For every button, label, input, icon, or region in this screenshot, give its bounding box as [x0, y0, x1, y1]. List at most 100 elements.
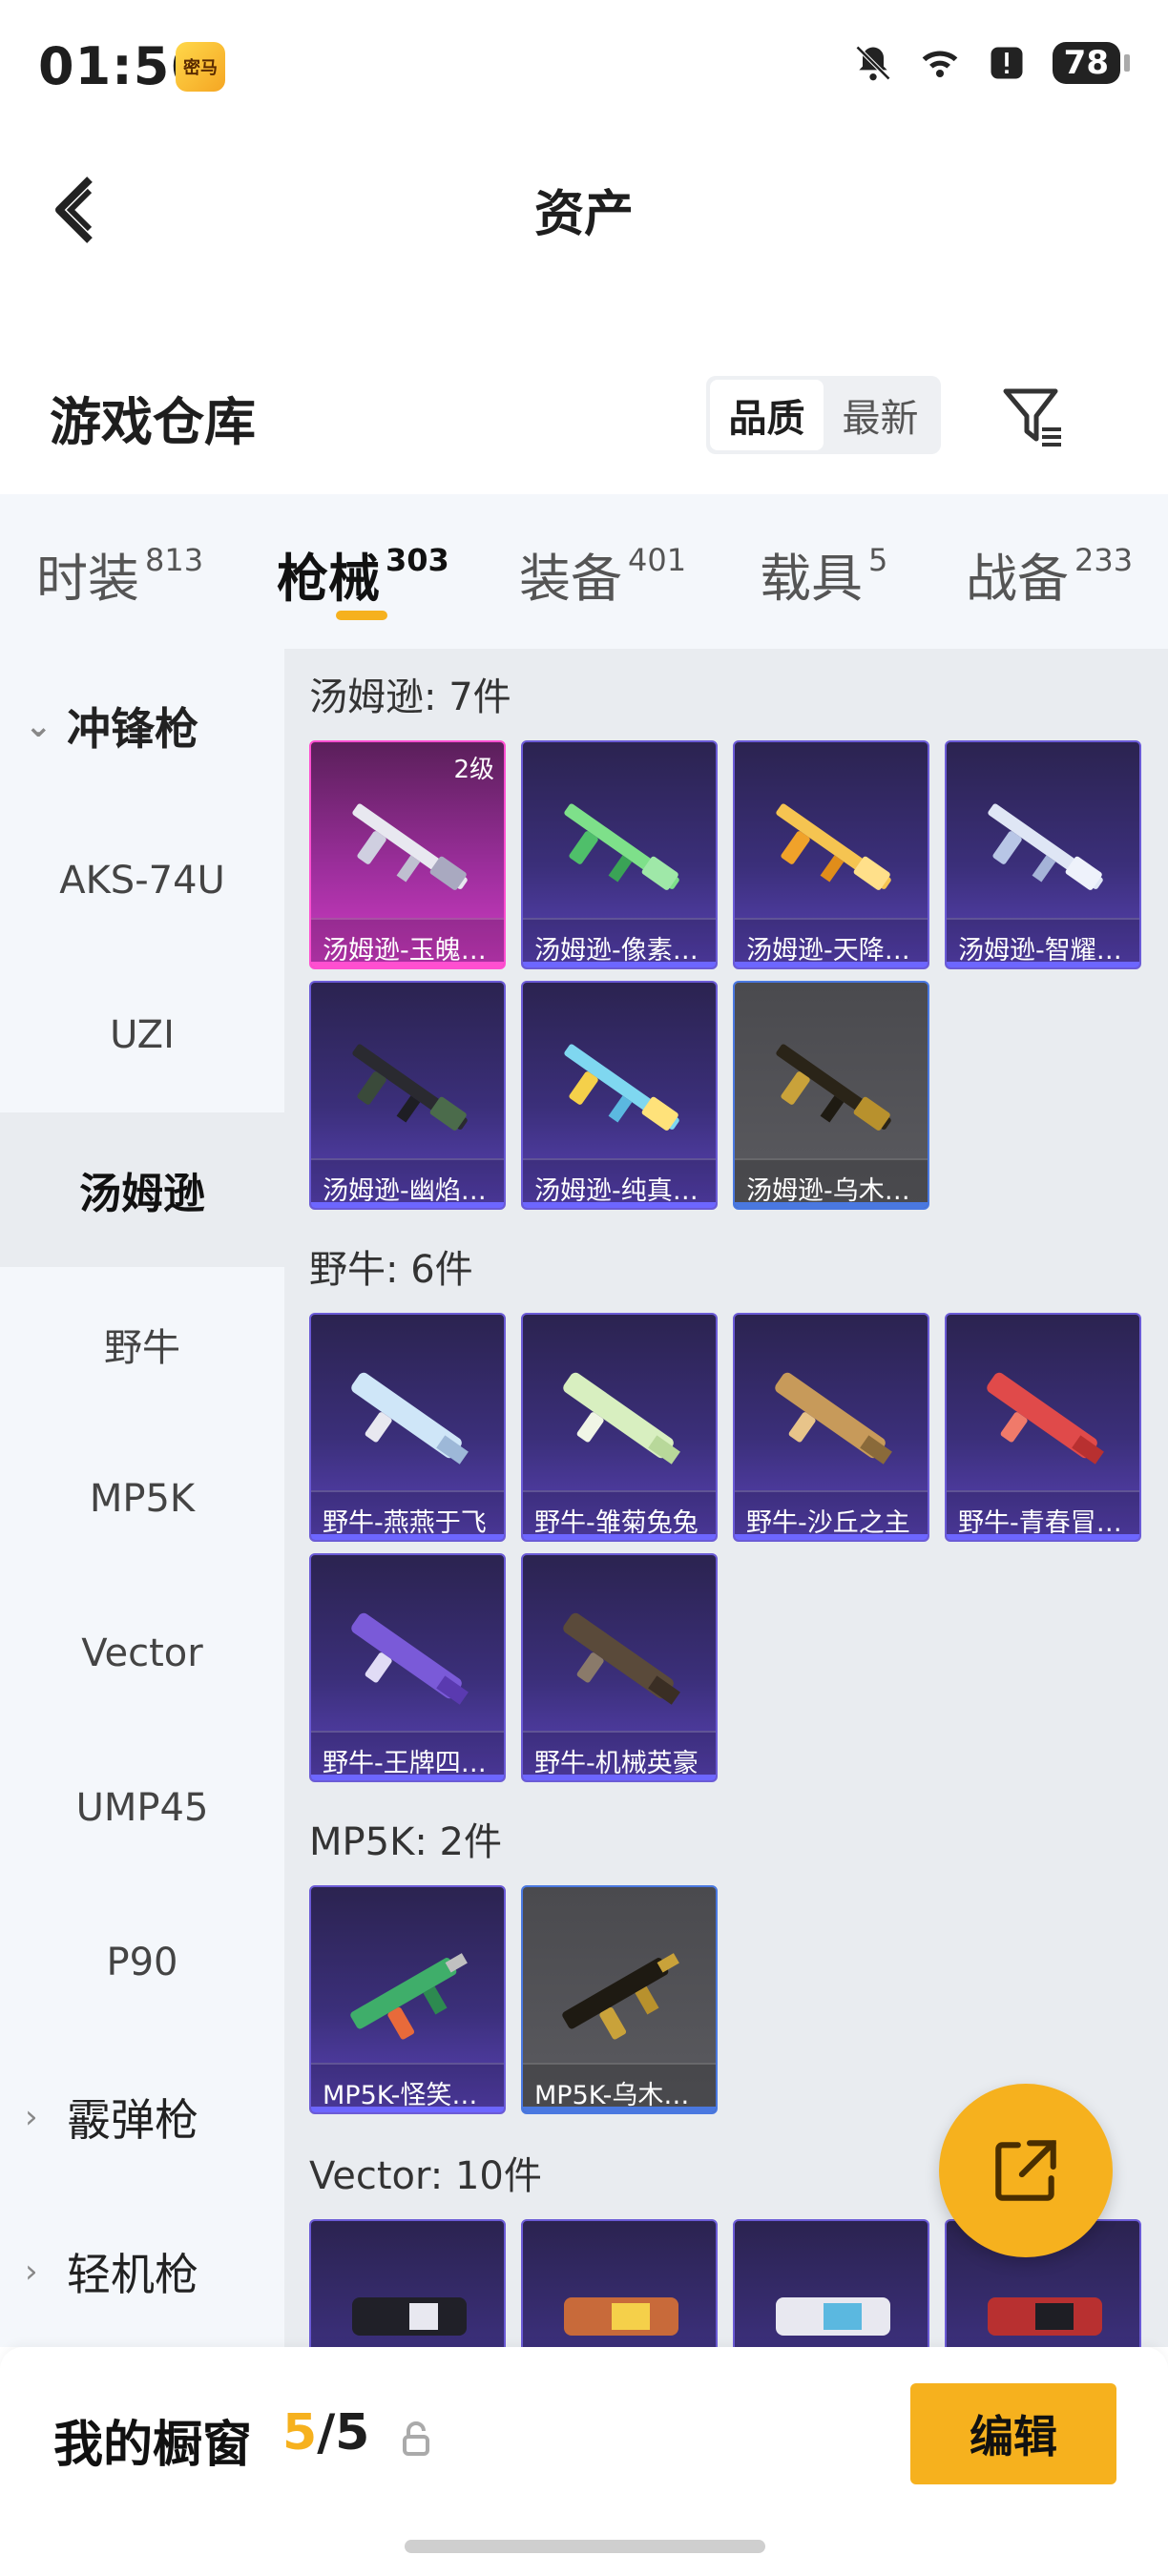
tab-gear[interactable]: 战备 233 [966, 536, 1133, 612]
gun-thumbnail-icon [564, 803, 679, 890]
item-card[interactable]: 汤姆逊-幽焰… [309, 981, 506, 1210]
edit-button[interactable]: 编辑 [910, 2383, 1116, 2484]
sort-toggle: 品质 最新 [706, 376, 941, 454]
item-name: 野牛-王牌四… [311, 1731, 504, 1780]
external-link-icon [995, 2140, 1056, 2201]
item-name: 汤姆逊-乌木… [735, 1158, 928, 1208]
gun-thumbnail-icon [776, 803, 891, 890]
gun-thumbnail-icon [988, 803, 1103, 890]
item-card[interactable]: 汤姆逊-乌木… [733, 981, 929, 1210]
mute-bell-icon [855, 45, 890, 81]
showcase-label: 我的橱窗 [53, 2417, 253, 2474]
sidebar: ⌄ 冲锋枪 AKS-74U UZI 汤姆逊 野牛 MP5K Vector UMP4… [0, 649, 284, 2347]
gun-thumbnail-icon [352, 1044, 468, 1131]
gun-thumbnail-icon [563, 1612, 680, 1705]
gun-thumbnail-icon [351, 1612, 469, 1705]
tab-equipment[interactable]: 装备 401 [519, 536, 686, 612]
title-bar: 资产 [0, 134, 1168, 277]
item-name: 野牛-燕燕于飞 [311, 1490, 504, 1540]
share-fab-button[interactable] [939, 2084, 1113, 2257]
sidebar-group-smg[interactable]: ⌄ 冲锋枪 [0, 649, 284, 803]
status-bar: 01:56 密马 78 [0, 0, 1168, 134]
gun-thumbnail-icon [775, 1372, 892, 1465]
chevron-down-icon: ⌄ [25, 707, 52, 745]
gun-thumbnail-icon [776, 2297, 890, 2336]
page-title: 资产 [533, 186, 634, 243]
item-name: MP5K-怪笑… [311, 2063, 504, 2112]
chevron-right-icon: › [25, 2253, 38, 2291]
sidebar-group-shotgun[interactable]: › 霰弹枪 [0, 2040, 284, 2194]
item-name: 野牛-雏菊兔兔 [523, 1490, 716, 1540]
gun-thumbnail-icon [352, 2297, 467, 2336]
tab-vehicles[interactable]: 载具 5 [760, 536, 887, 612]
item-name: 野牛-沙丘之主 [735, 1490, 928, 1540]
item-card[interactable]: 汤姆逊-纯真… [521, 981, 718, 1210]
gun-thumbnail-icon [351, 1372, 469, 1465]
warehouse-title: 游戏仓库 [50, 392, 256, 452]
item-card[interactable]: 野牛-燕燕于飞 [309, 1313, 506, 1542]
gun-thumbnail-icon [352, 803, 468, 890]
item-card[interactable] [733, 2219, 929, 2347]
item-name: 汤姆逊-像素… [523, 918, 716, 967]
tab-guns[interactable]: 枪械 303 [277, 536, 449, 612]
gun-thumbnail-icon [564, 1044, 679, 1131]
item-card[interactable]: 汤姆逊-天降… [733, 740, 929, 969]
sort-quality-button[interactable]: 品质 [710, 380, 824, 450]
sidebar-item-ump45[interactable]: UMP45 [0, 1731, 284, 1885]
item-card[interactable]: 汤姆逊-像素… [521, 740, 718, 969]
item-name: 野牛-青春冒… [947, 1490, 1139, 1540]
item-name: 汤姆逊-纯真… [523, 1158, 716, 1208]
item-name: 汤姆逊-幽焰… [311, 1158, 504, 1208]
section-title-bizon: 野牛: 6件 [309, 1248, 473, 1292]
wifi-icon [922, 51, 958, 78]
sidebar-item-bizon[interactable]: 野牛 [0, 1267, 284, 1422]
gun-thumbnail-icon [562, 1953, 679, 2040]
gun-thumbnail-icon [350, 1953, 468, 2040]
item-name: 汤姆逊-玉魄… [311, 918, 504, 967]
item-name: MP5K-乌木… [523, 2063, 716, 2112]
home-indicator [405, 2540, 765, 2553]
item-name: 野牛-机械英豪 [523, 1731, 716, 1780]
sidebar-item-mp5k[interactable]: MP5K [0, 1422, 284, 1576]
sidebar-item-vector[interactable]: Vector [0, 1576, 284, 1731]
item-card[interactable] [521, 2219, 718, 2347]
item-card[interactable]: MP5K-怪笑… [309, 1885, 506, 2114]
gun-thumbnail-icon [564, 2297, 678, 2336]
tab-fashion[interactable]: 时装 813 [36, 536, 203, 612]
showcase-count: 5/5 [282, 2404, 370, 2462]
sidebar-group-lmg[interactable]: › 轻机枪 [0, 2194, 284, 2349]
section-title-thompson: 汤姆逊: 7件 [309, 675, 511, 719]
sidebar-item-thompson[interactable]: 汤姆逊 [0, 1112, 284, 1267]
item-card[interactable]: 野牛-沙丘之主 [733, 1313, 929, 1542]
section-title-mp5k: MP5K: 2件 [309, 1820, 502, 1864]
chevron-right-icon: › [25, 2098, 38, 2136]
category-tabs: 时装 813 枪械 303 装备 401 载具 5 战备 233 [0, 494, 1168, 649]
item-card[interactable]: 野牛-机械英豪 [521, 1553, 718, 1782]
lock-icon [403, 2421, 429, 2456]
item-card[interactable]: 2级 汤姆逊-玉魄… [309, 740, 506, 969]
item-card[interactable]: 野牛-青春冒… [945, 1313, 1141, 1542]
item-card[interactable]: 野牛-雏菊兔兔 [521, 1313, 718, 1542]
battery-icon: 78 [1052, 42, 1120, 84]
sort-newest-button[interactable]: 最新 [824, 380, 937, 450]
item-card[interactable]: 汤姆逊-智耀… [945, 740, 1141, 969]
alert-icon [991, 47, 1023, 79]
item-name: 汤姆逊-天降… [735, 918, 928, 967]
item-name: 汤姆逊-智耀… [947, 918, 1139, 967]
section-title-vector: Vector: 10件 [309, 2154, 542, 2198]
system-icons: 78 [852, 42, 1130, 84]
gun-thumbnail-icon [988, 2297, 1102, 2336]
sidebar-item-aks74u[interactable]: AKS-74U [0, 803, 284, 958]
sidebar-item-p90[interactable]: P90 [0, 1885, 284, 2040]
sidebar-item-uzi[interactable]: UZI [0, 958, 284, 1112]
app-badge-icon: 密马 [176, 42, 225, 92]
filter-icon[interactable] [998, 382, 1067, 450]
item-card[interactable]: MP5K-乌木… [521, 1885, 718, 2114]
item-card[interactable] [309, 2219, 506, 2347]
tab-indicator [336, 611, 387, 620]
item-card[interactable]: 野牛-王牌四… [309, 1553, 506, 1782]
gun-thumbnail-icon [987, 1372, 1104, 1465]
warehouse-header: 游戏仓库 品质 最新 [0, 353, 1168, 487]
gun-thumbnail-icon [563, 1372, 680, 1465]
gun-thumbnail-icon [776, 1044, 891, 1131]
